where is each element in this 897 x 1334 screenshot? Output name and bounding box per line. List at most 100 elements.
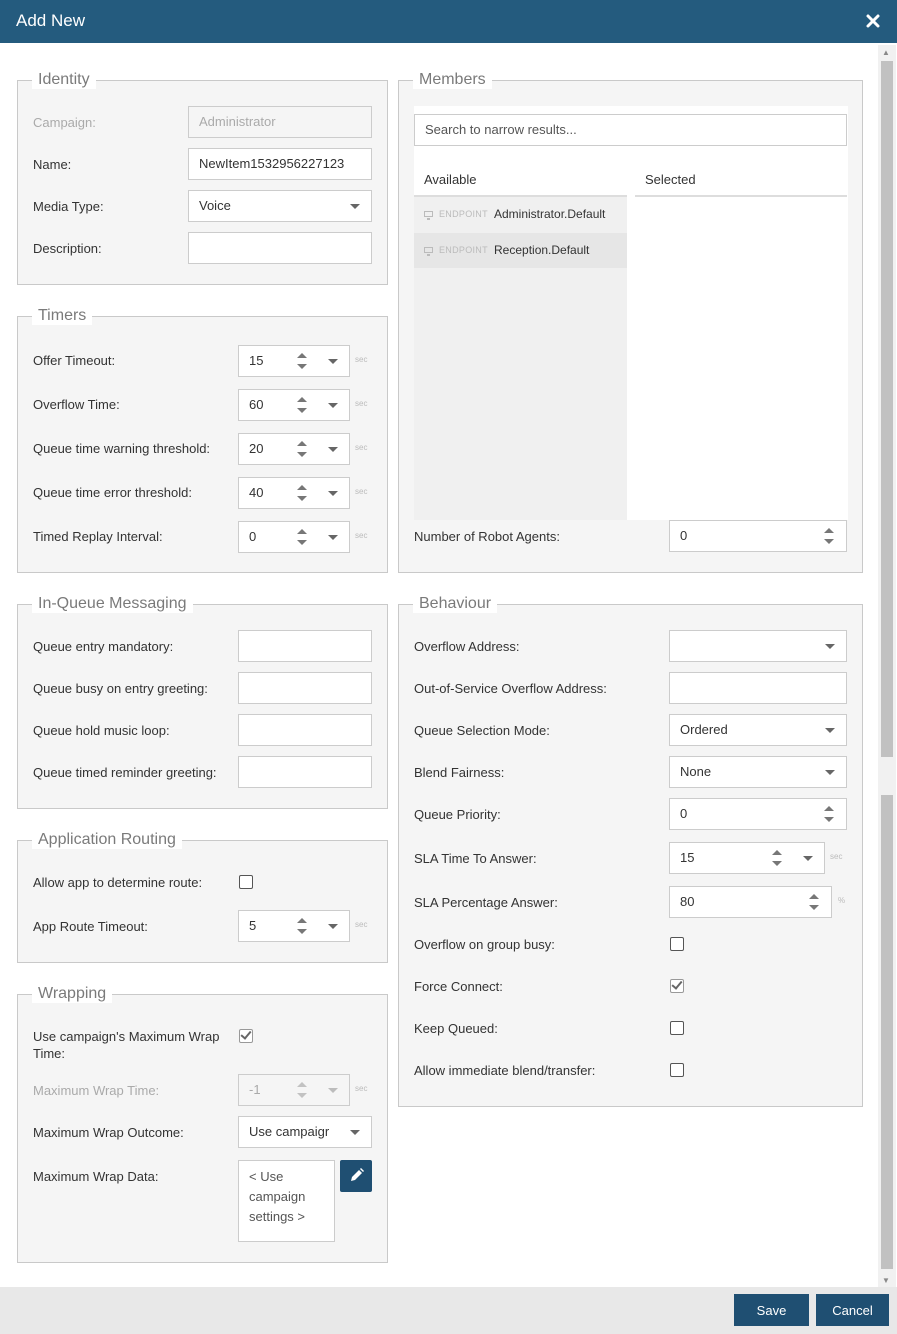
queue-entry-input[interactable] <box>238 630 372 662</box>
pencil-icon <box>351 1168 364 1181</box>
scrollbar-thumb[interactable] <box>881 61 893 1269</box>
queue-priority-input[interactable]: 0 <box>669 798 847 830</box>
name-input[interactable]: NewItem1532956227123 <box>188 148 372 180</box>
spinner-icon[interactable] <box>809 893 819 911</box>
overflow-address-select[interactable] <box>669 630 847 662</box>
queue-warning-input[interactable]: 20 <box>238 433 350 465</box>
chevron-down-icon <box>328 1088 338 1093</box>
selection-mode-select[interactable]: Ordered <box>669 714 847 746</box>
members-picker: Search to narrow results... Available Se… <box>414 106 848 520</box>
available-header: Available <box>414 163 627 197</box>
members-search-input[interactable]: Search to narrow results... <box>414 114 847 146</box>
check-icon <box>240 1028 252 1040</box>
chevron-down-icon[interactable] <box>328 447 338 452</box>
scroll-up-icon[interactable]: ▲ <box>882 48 890 57</box>
blend-transfer-checkbox[interactable] <box>670 1063 684 1077</box>
sla-percentage-input[interactable]: 80 <box>669 886 832 918</box>
queue-error-label: Queue time error threshold: <box>33 485 192 500</box>
media-type-label: Media Type: <box>33 199 104 214</box>
spinner-icon[interactable] <box>297 917 307 935</box>
selected-header: Selected <box>635 163 847 197</box>
chevron-down-icon[interactable] <box>328 535 338 540</box>
chevron-down-icon[interactable] <box>803 856 813 861</box>
use-max-wrap-checkbox[interactable] <box>239 1028 253 1043</box>
spinner-icon[interactable] <box>772 849 782 867</box>
chevron-down-icon[interactable] <box>328 359 338 364</box>
selection-mode-value: Ordered <box>680 722 728 737</box>
chevron-down-icon[interactable] <box>328 924 338 929</box>
endpoint-name: Administrator.Default <box>494 207 606 221</box>
queue-error-input[interactable]: 40 <box>238 477 350 509</box>
unit-label: sec <box>355 920 368 929</box>
close-icon[interactable] <box>865 13 881 29</box>
dialog-titlebar: Add New <box>0 0 897 43</box>
chevron-down-icon <box>350 204 360 209</box>
sla-time-input[interactable]: 15 <box>669 842 825 874</box>
queue-busy-input[interactable] <box>238 672 372 704</box>
media-type-select[interactable]: Voice <box>188 190 372 222</box>
dialog-scrollbar[interactable]: ▲ ▼ <box>878 45 896 1287</box>
max-wrap-data-line: < Use <box>249 1169 284 1184</box>
wrapping-legend: Wrapping <box>32 985 113 1003</box>
dialog-title: Add New <box>16 11 85 30</box>
robot-agents-input[interactable]: 0 <box>669 520 847 552</box>
cancel-button[interactable]: Cancel <box>816 1294 889 1326</box>
spinner-icon[interactable] <box>297 528 307 546</box>
blend-fairness-value: None <box>680 764 712 779</box>
chevron-down-icon[interactable] <box>328 403 338 408</box>
chevron-down-icon[interactable] <box>328 491 338 496</box>
spinner-icon <box>297 1081 307 1099</box>
name-label: Name: <box>33 157 72 172</box>
offer-timeout-input[interactable]: 15 <box>238 345 350 377</box>
spinner-icon[interactable] <box>824 805 834 823</box>
queue-reminder-input[interactable] <box>238 756 372 788</box>
overflow-busy-label: Overflow on group busy: <box>414 937 555 952</box>
oos-overflow-input[interactable] <box>669 672 847 704</box>
force-connect-checkbox[interactable] <box>670 978 684 993</box>
max-wrap-data-field[interactable]: < Use campaign settings > <box>238 1160 335 1242</box>
use-max-wrap-label: Use campaign's Maximum Wrap <box>33 1029 220 1044</box>
allow-route-checkbox[interactable] <box>239 875 253 889</box>
routing-panel: Application Routing Allow app to determi… <box>17 831 388 963</box>
endpoint-tag: ENDPOINT <box>439 245 488 255</box>
unit-label: % <box>838 896 846 905</box>
timed-replay-input[interactable]: 0 <box>238 521 350 553</box>
save-button[interactable]: Save <box>734 1294 809 1326</box>
force-connect-label: Force Connect: <box>414 979 503 994</box>
oos-overflow-label: Out-of-Service Overflow Address: <box>414 681 607 696</box>
edit-wrap-data-button[interactable] <box>340 1160 372 1192</box>
blend-fairness-select[interactable]: None <box>669 756 847 788</box>
queue-hold-input[interactable] <box>238 714 372 746</box>
list-item[interactable]: ENDPOINT Administrator.Default <box>414 197 627 232</box>
blend-transfer-label: Allow immediate blend/transfer: <box>414 1063 596 1078</box>
scroll-down-icon[interactable]: ▼ <box>882 1276 890 1285</box>
chevron-down-icon <box>825 770 835 775</box>
description-input[interactable] <box>188 232 372 264</box>
spinner-icon[interactable] <box>297 484 307 502</box>
queue-busy-label: Queue busy on entry greeting: <box>33 681 208 696</box>
unit-label: sec <box>355 355 368 364</box>
chevron-down-icon <box>350 1130 360 1135</box>
overflow-busy-checkbox[interactable] <box>670 937 684 951</box>
overflow-address-label: Overflow Address: <box>414 639 520 654</box>
unit-label: sec <box>355 531 368 540</box>
keep-queued-label: Keep Queued: <box>414 1021 498 1036</box>
identity-legend: Identity <box>32 71 96 89</box>
routing-legend: Application Routing <box>32 831 182 849</box>
robot-agents-label: Number of Robot Agents: <box>414 529 560 544</box>
spinner-icon[interactable] <box>297 440 307 458</box>
spinner-icon[interactable] <box>297 396 307 414</box>
members-legend: Members <box>413 71 492 89</box>
media-type-value: Voice <box>199 198 231 213</box>
route-timeout-label: App Route Timeout: <box>33 919 148 934</box>
list-item[interactable]: ENDPOINT Reception.Default <box>414 233 627 268</box>
unit-label: sec <box>355 487 368 496</box>
spinner-icon[interactable] <box>824 527 834 545</box>
overflow-time-input[interactable]: 60 <box>238 389 350 421</box>
route-timeout-input[interactable]: 5 <box>238 910 350 942</box>
overflow-time-label: Overflow Time: <box>33 397 120 412</box>
unit-label: sec <box>355 399 368 408</box>
max-wrap-outcome-select[interactable]: Use campaigr <box>238 1116 372 1148</box>
spinner-icon[interactable] <box>297 352 307 370</box>
keep-queued-checkbox[interactable] <box>670 1021 684 1035</box>
